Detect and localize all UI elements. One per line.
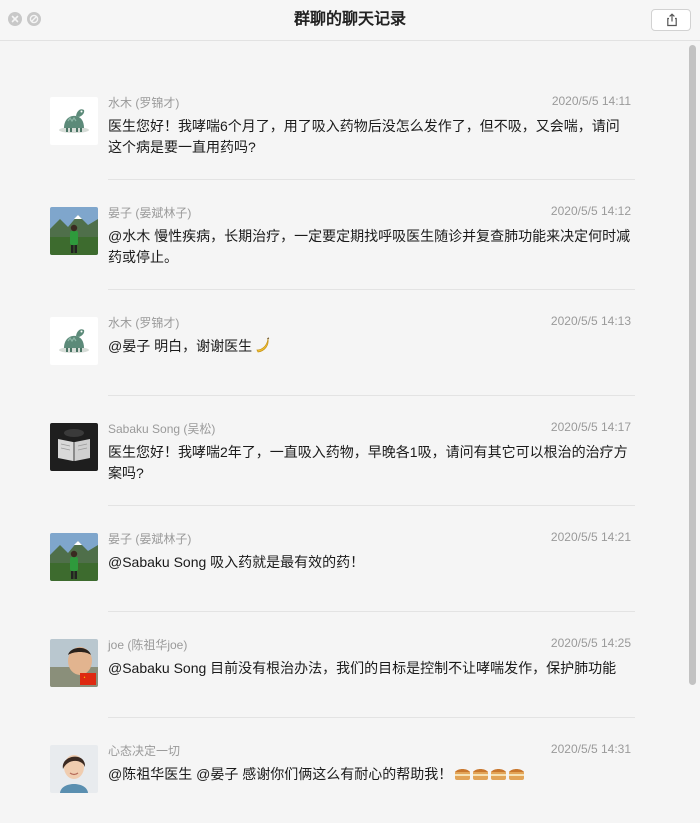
- portrait-flag-avatar[interactable]: [50, 639, 98, 687]
- mountain-person-avatar[interactable]: [50, 533, 98, 581]
- message-text: 医生您好！我哮喘2年了，一直吸入药物，早晚各1吸，请问有其它可以根治的治疗方案吗…: [108, 444, 628, 481]
- share-icon: [667, 13, 677, 27]
- message-text: @Sabaku Song 吸入药就是最有效的药！: [108, 554, 365, 570]
- cake-emoji-icon: [454, 766, 526, 788]
- banana-emoji-icon: [254, 336, 272, 360]
- message-item: Sabaku Song (吴松) 2020/5/5 14:17 医生您好！我哮喘…: [50, 417, 635, 527]
- message-text: @水木 慢性疾病，长期治疗，一定要定期找呼吸医生随诊并复查肺功能来决定何时减药或…: [108, 228, 631, 265]
- divider: [108, 717, 635, 718]
- sender-name: joe (陈祖华joe): [108, 638, 188, 652]
- message-text-content: @晏子 明白，谢谢医生: [108, 338, 253, 354]
- message-time: 2020/5/5 14:11: [551, 94, 631, 108]
- woman-avatar[interactable]: [50, 745, 98, 793]
- share-button[interactable]: [651, 9, 691, 31]
- message-text-content: @陈祖华医生 @晏子 感谢你们俩这么有耐心的帮助我！: [108, 766, 453, 782]
- sender-name: 水木 (罗锦才): [108, 316, 180, 330]
- message-text: @晏子 明白，谢谢医生: [108, 336, 633, 360]
- divider: [108, 179, 635, 180]
- scrollbar-thumb[interactable]: [689, 45, 696, 685]
- message-time: 2020/5/5 14:17: [550, 420, 631, 434]
- window-title: 群聊的聊天记录: [293, 11, 406, 28]
- message-text: @Sabaku Song 目前没有根治办法，我们的目标是控制不让哮喘发作，保护肺…: [108, 660, 617, 676]
- message-time: 2020/5/5 14:25: [550, 636, 631, 650]
- dino-avatar[interactable]: [50, 97, 98, 145]
- message-item: 水木 (罗锦才) 2020/5/5 14:11 医生您好！我哮喘6个月了，用了吸…: [50, 91, 635, 201]
- message-item: 晏子 (晏斌林子) 2020/5/5 14:21 @Sabaku Song 吸入…: [50, 527, 635, 633]
- message-time: 2020/5/5 14:12: [550, 204, 631, 218]
- title-bar: 群聊的聊天记录: [0, 0, 700, 41]
- message-item: 晏子 (晏斌林子) 2020/5/5 14:12 @水木 慢性疾病，长期治疗，一…: [50, 201, 635, 311]
- message-list: 水木 (罗锦才) 2020/5/5 14:11 医生您好！我哮喘6个月了，用了吸…: [50, 91, 635, 823]
- dino-avatar[interactable]: [50, 317, 98, 365]
- divider: [108, 289, 635, 290]
- sender-name: 心态决定一切: [108, 744, 181, 758]
- chat-log[interactable]: 水木 (罗锦才) 2020/5/5 14:11 医生您好！我哮喘6个月了，用了吸…: [0, 41, 700, 823]
- mountain-person-avatar[interactable]: [50, 207, 98, 255]
- divider: [108, 395, 635, 396]
- message-item: 心态决定一切 2020/5/5 14:31 @陈祖华医生 @晏子 感谢你们俩这么…: [50, 739, 635, 823]
- message-item: 水木 (罗锦才) 2020/5/5 14:13 @晏子 明白，谢谢医生: [50, 311, 635, 417]
- sender-name: Sabaku Song (吴松): [108, 422, 216, 436]
- message-item: joe (陈祖华joe) 2020/5/5 14:25 @Sabaku Song…: [50, 633, 635, 739]
- chat-history-window: 群聊的聊天记录 水木 (罗锦才) 2020/5/5 14:11 医生您好！我哮喘…: [0, 0, 700, 823]
- message-time: 2020/5/5 14:31: [550, 742, 631, 756]
- message-text: @陈祖华医生 @晏子 感谢你们俩这么有耐心的帮助我！: [108, 764, 633, 788]
- message-time: 2020/5/5 14:21: [550, 530, 631, 544]
- sender-name: 晏子 (晏斌林子): [108, 206, 192, 220]
- message-text: 医生您好！我哮喘6个月了，用了吸入药物后没怎么发作了，但不吸，又会喘，请问这个病…: [108, 118, 620, 155]
- sender-name: 晏子 (晏斌林子): [108, 532, 192, 546]
- book-avatar[interactable]: [50, 423, 98, 471]
- message-time: 2020/5/5 14:13: [550, 314, 631, 328]
- divider: [108, 611, 635, 612]
- sender-name: 水木 (罗锦才): [108, 96, 180, 110]
- divider: [108, 505, 635, 506]
